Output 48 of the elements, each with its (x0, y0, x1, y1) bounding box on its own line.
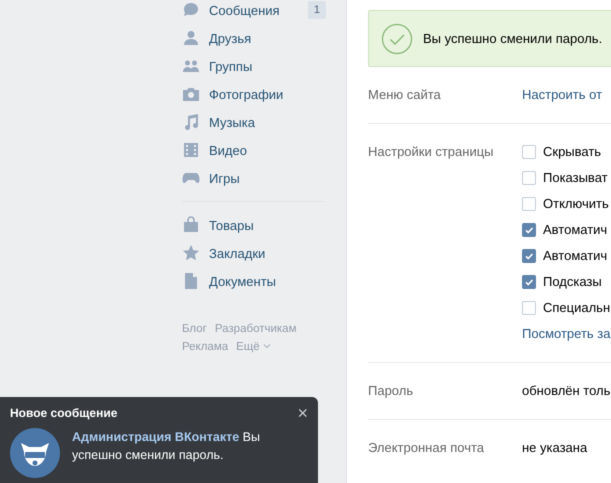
sidebar-item[interactable]: Товары (180, 211, 326, 239)
sidebar-item[interactable]: Фотографии (180, 80, 326, 108)
setting-value: не указана (522, 440, 588, 456)
checkbox-label: Специальн (543, 300, 610, 316)
checkbox-label: Отключить (543, 196, 609, 212)
sidebar-item[interactable]: Группы (180, 52, 326, 80)
sidebar-icon (182, 216, 200, 234)
sidebar-icon (182, 141, 200, 159)
close-button[interactable]: × (297, 406, 308, 420)
setting-label: Настройки страницы (368, 144, 494, 161)
sidebar-icon (182, 244, 200, 262)
checkbox[interactable] (522, 249, 536, 263)
sidebar-item[interactable]: Друзья (180, 24, 326, 52)
avatar-icon (10, 428, 60, 478)
checkbox[interactable] (522, 223, 536, 237)
sidebar-icon (182, 272, 200, 290)
sidebar-item[interactable]: Закладки (180, 239, 326, 267)
checkbox[interactable] (522, 301, 536, 315)
checkmark-circle-icon (381, 22, 413, 54)
checkbox-label: Автоматич (543, 248, 608, 264)
checkbox[interactable] (522, 171, 536, 185)
checkbox[interactable] (522, 197, 536, 211)
checkbox-label: Показыват (543, 170, 608, 186)
count-badge: 1 (308, 1, 326, 19)
setting-value: обновлён толь (522, 383, 610, 399)
notification-title: Новое сообщение (10, 406, 118, 420)
sidebar-item[interactable]: Игры (180, 164, 326, 192)
checkbox-label: Автоматич (543, 222, 608, 238)
sidebar-icon (182, 1, 200, 19)
sidebar-item[interactable]: Сообщения 1 (180, 0, 326, 24)
checkbox-label: Скрывать (543, 144, 602, 160)
sidebar-icon (182, 113, 200, 131)
sender-link[interactable]: Администрация ВКонтакте (72, 430, 240, 444)
setting-label: Пароль (368, 383, 414, 399)
setting-link[interactable]: Посмотреть за (522, 326, 610, 342)
sidebar-item[interactable]: Музыка (180, 108, 326, 136)
sidebar-item[interactable]: Документы (180, 267, 326, 295)
setting-link[interactable]: Настроить от (522, 87, 602, 103)
checkbox[interactable] (522, 275, 536, 289)
notification-text: Администрация ВКонтакте Вы успешно сменили пароль. (72, 429, 261, 464)
sidebar-item[interactable]: Видео (180, 136, 326, 164)
sidebar-icon (182, 29, 200, 47)
setting-label: Меню сайта (368, 87, 442, 103)
success-message: Вы успешно сменили пароль. (423, 31, 602, 46)
setting-label: Электронная почта (368, 440, 486, 456)
sidebar-icon (182, 85, 200, 103)
checkbox[interactable] (522, 145, 536, 159)
checkbox-label: Подсказы (543, 274, 602, 290)
